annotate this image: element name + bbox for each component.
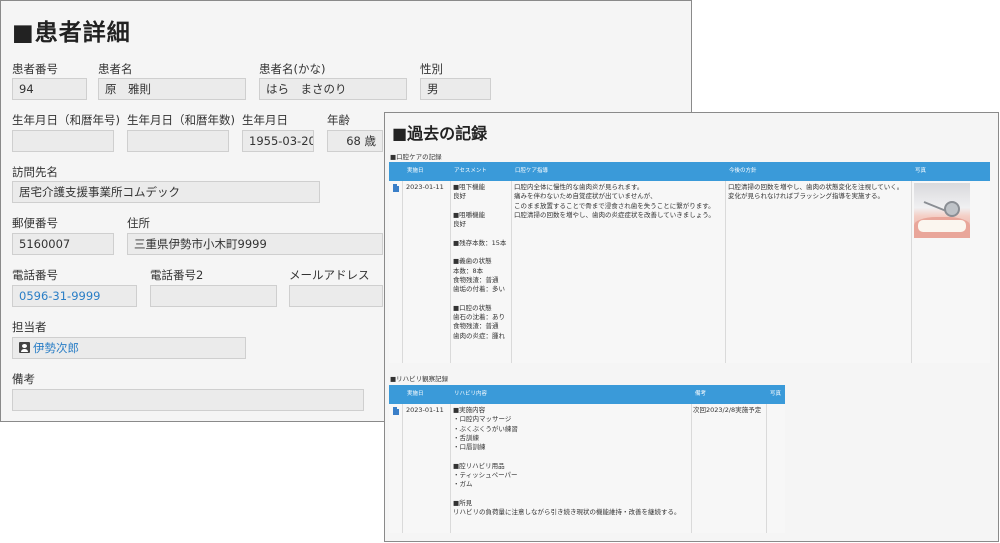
visit-place-label: 訪問先名 — [12, 165, 58, 179]
rehab-table-header: 実施日 リハビリ内容 備考 写真 — [389, 385, 785, 404]
phone2-label: 電話番号2 — [150, 268, 204, 282]
rehab-date: 2023-01-11 — [406, 406, 444, 414]
document-icon[interactable] — [393, 184, 399, 192]
oral-care-date: 2023-01-11 — [406, 183, 444, 191]
person-icon — [19, 342, 30, 353]
col-photo: 写真 — [915, 168, 927, 174]
name-field: 原 雅則 — [98, 78, 246, 100]
birth-wareki-label: 生年月日（和暦年号) — [12, 113, 120, 127]
col-photo: 写真 — [770, 391, 782, 397]
birth-wareki-num-field — [127, 130, 229, 152]
oral-care-guidance: 口腔内全体に慢性的な歯肉炎が見られます。 痛みを伴わないため自覚症状が出ていませ… — [514, 183, 715, 219]
staff-name: 伊勢次郎 — [33, 341, 79, 355]
gender-field: 男 — [420, 78, 491, 100]
dental-photo[interactable] — [914, 183, 970, 238]
oral-care-policy: 口腔清掃の回数を増やし、歯肉の状態変化を注視していく。 変化が見られなければブラ… — [728, 183, 904, 201]
col-policy: 今後の方針 — [729, 168, 757, 174]
phone-label: 電話番号 — [12, 268, 58, 282]
address-label: 住所 — [127, 216, 150, 230]
col-date: 実施日 — [407, 168, 424, 174]
age-field: 68 歳 — [327, 130, 383, 152]
col-assessment: アセスメント — [454, 168, 487, 174]
email-field — [289, 285, 383, 307]
col-rehab-content: リハビリ内容 — [454, 391, 488, 397]
patient-no-label: 患者番号 — [12, 62, 58, 76]
postal-code-label: 郵便番号 — [12, 216, 58, 230]
name-kana-field: はら まさのり — [259, 78, 407, 100]
name-kana-label: 患者名(かな) — [259, 62, 326, 76]
birth-wareki-field — [12, 130, 114, 152]
col-note: 備考 — [695, 391, 707, 397]
col-guidance: 口腔ケア指導 — [515, 168, 549, 174]
staff-link[interactable]: 伊勢次郎 — [12, 337, 246, 359]
page-title: ■患者詳細 — [12, 20, 131, 46]
address-field: 三重県伊勢市小木町9999 — [127, 233, 383, 255]
oral-care-section-label: ■口腔ケアの記録 — [390, 153, 442, 161]
phone2-field — [150, 285, 277, 307]
rehab-content: ■実施内容 ・口腔内マッサージ ・ぶくぶくうがい練習 ・舌訓練 ・口唇訓練 ■腔… — [453, 406, 681, 517]
remarks-field — [12, 389, 364, 411]
age-label: 年齢 — [327, 113, 350, 127]
name-label: 患者名 — [98, 62, 133, 76]
visit-place-field: 居宅介護支援事業所コムデック — [12, 181, 320, 203]
oral-care-assessment: ■咀下機能 良好 ■咀嚼機能 良好 ■残存本数：15本 ■義歯の状態 本数：8本… — [453, 183, 507, 340]
rehab-note: 次回2023/2/8実施予定 — [693, 406, 762, 414]
patient-no-field: 94 — [12, 78, 87, 100]
records-title: ■過去の記録 — [392, 124, 488, 143]
birth-date-label: 生年月日 — [242, 113, 288, 127]
postal-code-field: 5160007 — [12, 233, 114, 255]
phone-link[interactable]: 0596-31-9999 — [12, 285, 137, 307]
rehab-section-label: ■リハビリ観察記録 — [390, 375, 449, 383]
oral-care-table-header: 実施日 アセスメント 口腔ケア指導 今後の方針 写真 — [389, 162, 990, 181]
col-date: 実施日 — [407, 391, 424, 397]
staff-label: 担当者 — [12, 320, 47, 334]
past-records-panel: ■過去の記録 ■口腔ケアの記録 実施日 アセスメント 口腔ケア指導 今後の方針 … — [384, 112, 999, 542]
remarks-label: 備考 — [12, 372, 35, 386]
birth-wareki-num-label: 生年月日（和暦年数) — [127, 113, 235, 127]
document-icon[interactable] — [393, 407, 399, 415]
birth-date-field: 1955-03-20 — [242, 130, 314, 152]
email-label: メールアドレス — [289, 268, 370, 282]
gender-label: 性別 — [420, 62, 443, 76]
